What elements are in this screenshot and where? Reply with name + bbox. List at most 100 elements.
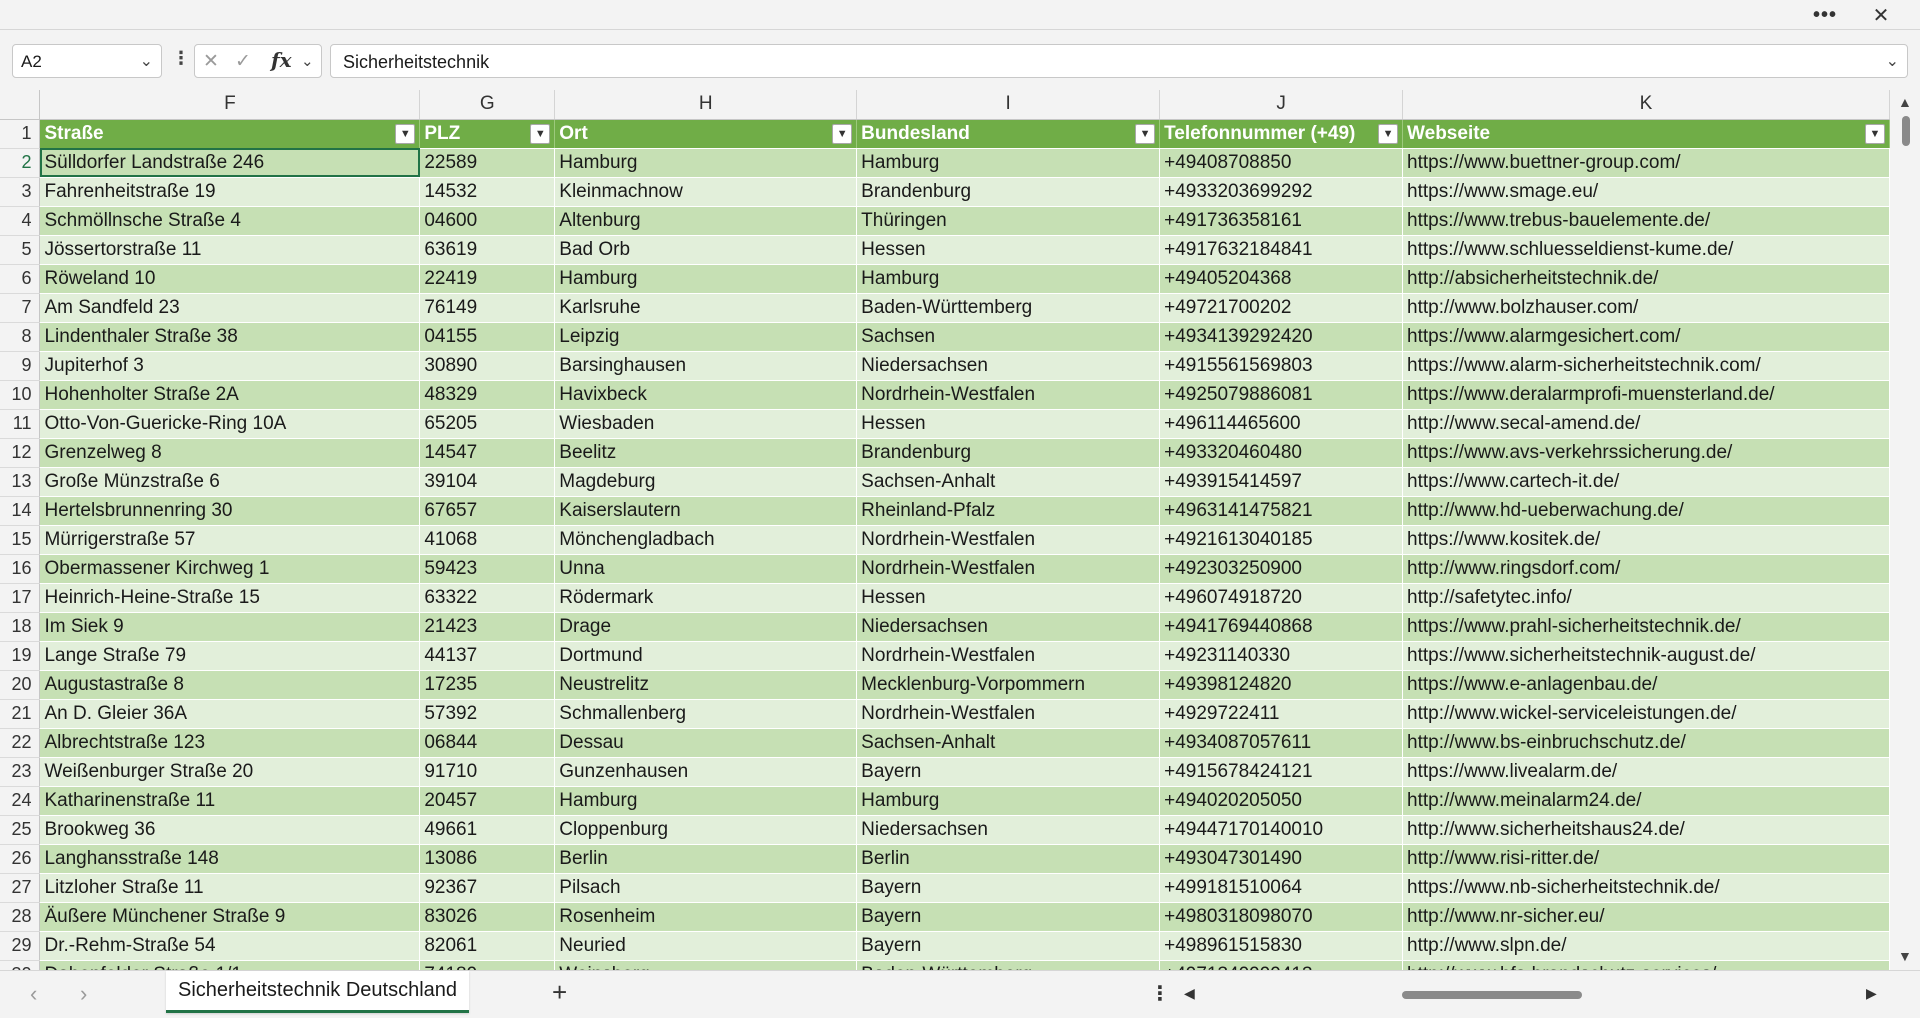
cell-telefonnummer[interactable]: +496074918720 bbox=[1159, 583, 1404, 613]
cell-telefonnummer[interactable]: +498961515830 bbox=[1159, 931, 1404, 961]
column-header-i[interactable]: I bbox=[856, 90, 1161, 120]
cell-strasse[interactable]: Dahenfelder Straße 1/1 bbox=[39, 960, 421, 970]
row-header[interactable]: 12 bbox=[0, 438, 41, 468]
cell-strasse[interactable]: Otto-Von-Guericke-Ring 10A bbox=[39, 409, 421, 439]
cell-bundesland[interactable]: Nordrhein-Westfalen bbox=[856, 525, 1161, 555]
cell-strasse[interactable]: Augustastraße 8 bbox=[39, 670, 421, 700]
cell-strasse[interactable]: Große Münzstraße 6 bbox=[39, 467, 421, 497]
cell-telefonnummer[interactable]: +49405204368 bbox=[1159, 264, 1404, 294]
cell-plz[interactable]: 83026 bbox=[419, 902, 556, 932]
row-header[interactable]: 16 bbox=[0, 554, 41, 584]
chevron-down-icon[interactable]: ⌄ bbox=[301, 52, 314, 70]
cell-plz[interactable]: 22419 bbox=[419, 264, 556, 294]
cell-ort[interactable]: Rosenheim bbox=[554, 902, 858, 932]
cell-bundesland[interactable]: Hamburg bbox=[856, 786, 1161, 816]
cell-webseite[interactable]: http://safetytec.info/ bbox=[1402, 583, 1890, 613]
cell-bundesland[interactable]: Hessen bbox=[856, 235, 1161, 265]
row-header[interactable]: 24 bbox=[0, 786, 41, 816]
cell-strasse[interactable]: Äußere Münchener Straße 9 bbox=[39, 902, 421, 932]
scroll-right-icon[interactable]: ▶ bbox=[1866, 985, 1877, 1002]
cell-webseite[interactable]: http://www.ringsdorf.com/ bbox=[1402, 554, 1890, 584]
cell-ort[interactable]: Dessau bbox=[554, 728, 858, 758]
row-header[interactable]: 1 bbox=[0, 119, 41, 149]
cell-webseite[interactable]: http://www.nr-sicher.eu/ bbox=[1402, 902, 1890, 932]
cell-plz[interactable]: 44137 bbox=[419, 641, 556, 671]
cell-ort[interactable]: Schmallenberg bbox=[554, 699, 858, 729]
cell-ort[interactable]: Rödermark bbox=[554, 583, 858, 613]
cell-ort[interactable]: Gunzenhausen bbox=[554, 757, 858, 787]
vertical-scrollbar[interactable]: ▲ ▼ bbox=[1892, 90, 1920, 970]
cell-telefonnummer[interactable]: +4934087057611 bbox=[1159, 728, 1404, 758]
cell-bundesland[interactable]: Bayern bbox=[856, 902, 1161, 932]
column-header-g[interactable]: G bbox=[419, 90, 556, 120]
cell-ort[interactable]: Wiesbaden bbox=[554, 409, 858, 439]
column-header-k[interactable]: K bbox=[1402, 90, 1890, 120]
row-header[interactable]: 29 bbox=[0, 931, 41, 961]
cell-plz[interactable]: 13086 bbox=[419, 844, 556, 874]
cell-webseite[interactable]: https://www.alarmgesichert.com/ bbox=[1402, 322, 1890, 352]
cell-strasse[interactable]: An D. Gleier 36A bbox=[39, 699, 421, 729]
row-header[interactable]: 13 bbox=[0, 467, 41, 497]
cell-ort[interactable]: Havixbeck bbox=[554, 380, 858, 410]
filter-dropdown-icon[interactable]: ▼ bbox=[530, 123, 551, 144]
cell-strasse[interactable]: Katharinenstraße 11 bbox=[39, 786, 421, 816]
cell-webseite[interactable]: https://www.buettner-group.com/ bbox=[1402, 148, 1890, 178]
cell-bundesland[interactable]: Nordrhein-Westfalen bbox=[856, 699, 1161, 729]
filter-dropdown-icon[interactable]: ▼ bbox=[1865, 123, 1885, 144]
cell-webseite[interactable]: https://www.alarm-sicherheitstechnik.com… bbox=[1402, 351, 1890, 381]
cell-ort[interactable]: Drage bbox=[554, 612, 858, 642]
cell-plz[interactable]: 39104 bbox=[419, 467, 556, 497]
sheet-tab-active[interactable]: Sicherheitstechnik Deutschland bbox=[166, 971, 470, 1013]
cell-plz[interactable]: 65205 bbox=[419, 409, 556, 439]
cell-strasse[interactable]: Jössertorstraße 11 bbox=[39, 235, 421, 265]
cancel-icon[interactable]: ✕ bbox=[203, 50, 219, 73]
cell-telefonnummer[interactable]: +49447170140010 bbox=[1159, 815, 1404, 845]
cell-bundesland[interactable]: Baden-Württemberg bbox=[856, 293, 1161, 323]
row-header[interactable]: 30 bbox=[0, 960, 41, 970]
cell-telefonnummer[interactable]: +494020205050 bbox=[1159, 786, 1404, 816]
cell-webseite[interactable]: http://www.bs-einbruchschutz.de/ bbox=[1402, 728, 1890, 758]
cell-bundesland[interactable]: Nordrhein-Westfalen bbox=[856, 380, 1161, 410]
cell-ort[interactable]: Pilsach bbox=[554, 873, 858, 903]
cell-strasse[interactable]: Litzloher Straße 11 bbox=[39, 873, 421, 903]
cell-plz[interactable]: 21423 bbox=[419, 612, 556, 642]
name-box[interactable]: A2 ⌄ bbox=[12, 44, 162, 78]
cell-strasse[interactable]: Hertelsbrunnenring 30 bbox=[39, 496, 421, 526]
cell-ort[interactable]: Karlsruhe bbox=[554, 293, 858, 323]
cell-webseite[interactable]: http://www.wickel-serviceleistungen.de/ bbox=[1402, 699, 1890, 729]
expand-formula-bar-icon[interactable]: ⌄ bbox=[1886, 51, 1899, 71]
cell-strasse[interactable]: Hohenholter Straße 2A bbox=[39, 380, 421, 410]
cell-plz[interactable]: 49661 bbox=[419, 815, 556, 845]
cell-telefonnummer[interactable]: +4929722411 bbox=[1159, 699, 1404, 729]
header-cell-webseite[interactable]: Webseite ▼ bbox=[1402, 119, 1890, 149]
cell-ort[interactable]: Bad Orb bbox=[554, 235, 858, 265]
cell-telefonnummer[interactable]: +4921613040185 bbox=[1159, 525, 1404, 555]
header-cell-bundesland[interactable]: Bundesland ▼ bbox=[856, 119, 1161, 149]
formula-input[interactable]: Sicherheitstechnik ⌄ bbox=[330, 44, 1908, 78]
cell-bundesland[interactable]: Hessen bbox=[856, 409, 1161, 439]
cell-telefonnummer[interactable]: +4971340999413 bbox=[1159, 960, 1404, 970]
cell-ort[interactable]: Cloppenburg bbox=[554, 815, 858, 845]
cell-plz[interactable]: 67657 bbox=[419, 496, 556, 526]
cell-webseite[interactable]: https://www.livealarm.de/ bbox=[1402, 757, 1890, 787]
row-header[interactable]: 25 bbox=[0, 815, 41, 845]
cell-strasse[interactable]: Am Sandfeld 23 bbox=[39, 293, 421, 323]
cell-ort[interactable]: Kleinmachnow bbox=[554, 177, 858, 207]
cell-strasse[interactable]: Sülldorfer Landstraße 246 bbox=[39, 148, 421, 178]
cell-bundesland[interactable]: Mecklenburg-Vorpommern bbox=[856, 670, 1161, 700]
prev-sheet-icon[interactable]: ‹ bbox=[30, 981, 37, 1007]
cell-ort[interactable]: Hamburg bbox=[554, 264, 858, 294]
filter-dropdown-icon[interactable]: ▼ bbox=[832, 123, 853, 144]
row-header[interactable]: 27 bbox=[0, 873, 41, 903]
header-cell-plz[interactable]: PLZ ▼ bbox=[419, 119, 556, 149]
row-header[interactable]: 3 bbox=[0, 177, 41, 207]
scroll-down-icon[interactable]: ▼ bbox=[1898, 948, 1912, 964]
cell-plz[interactable]: 57392 bbox=[419, 699, 556, 729]
cell-webseite[interactable]: http://www.secal-amend.de/ bbox=[1402, 409, 1890, 439]
scroll-up-icon[interactable]: ▲ bbox=[1898, 94, 1912, 110]
horizontal-scrollbar[interactable]: ◀ ▶ bbox=[1184, 985, 1884, 1005]
cell-telefonnummer[interactable]: +491736358161 bbox=[1159, 206, 1404, 236]
cell-telefonnummer[interactable]: +4925079886081 bbox=[1159, 380, 1404, 410]
cell-bundesland[interactable]: Hessen bbox=[856, 583, 1161, 613]
cell-webseite[interactable]: https://www.prahl-sicherheitstechnik.de/ bbox=[1402, 612, 1890, 642]
